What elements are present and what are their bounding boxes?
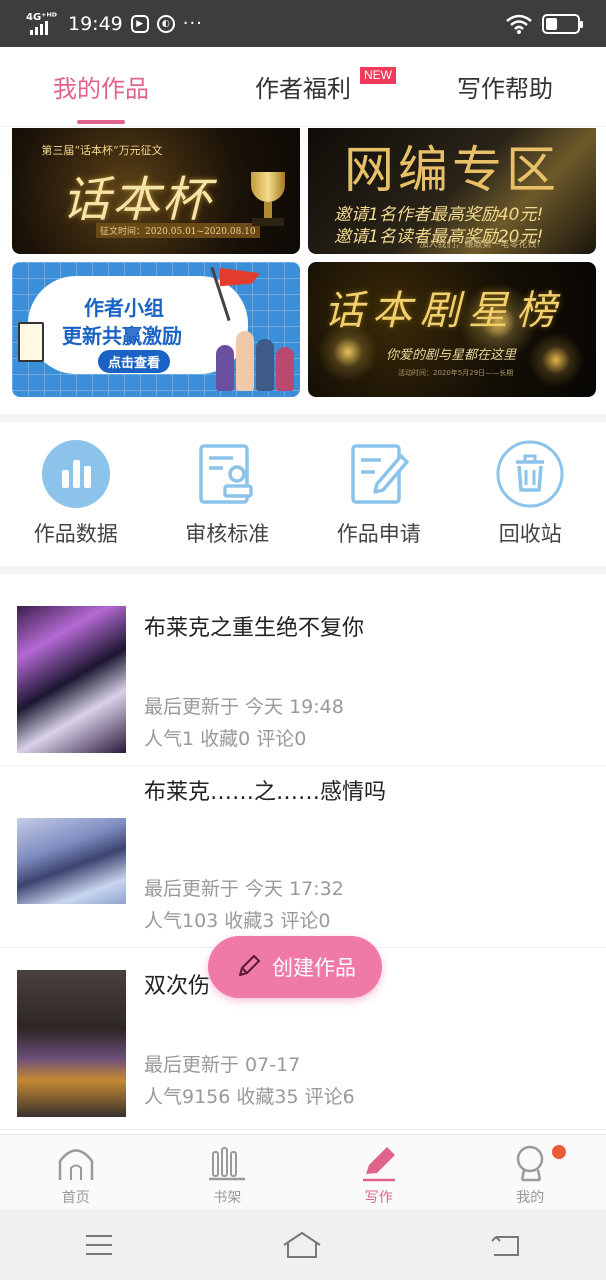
list-item[interactable]: 布莱克……之……感情吗 最后更新于 今天 17:32 人气103 收藏3 评论0	[0, 766, 606, 948]
tab-my-works[interactable]: 我的作品	[0, 47, 202, 126]
top-tab-bar: 我的作品 作者福利 NEW 写作帮助	[0, 47, 606, 127]
create-work-button[interactable]: 创建作品	[208, 936, 382, 998]
work-title: 双次伤	[144, 974, 211, 999]
network-signal-icon: 4G⁺ᴴᴰ	[26, 11, 60, 37]
list-item[interactable]: 布莱克之重生绝不复你 最后更新于 今天 19:48 人气1 收藏0 评论0	[0, 584, 606, 766]
work-stats: 人气103 收藏3 评论0	[144, 910, 331, 932]
banner-huaben-cup[interactable]: 第三届“话本杯”万元征文 话本杯 征文时间：2020.05.01~2020.08…	[12, 128, 300, 254]
more-notifications-icon: ···	[182, 13, 203, 34]
work-title: 布莱克之重生绝不复你	[144, 616, 365, 641]
tab-author-benefits[interactable]: 作者福利 NEW	[202, 47, 404, 126]
action-work-data[interactable]: 作品数据	[0, 424, 152, 564]
bar-chart-icon	[41, 440, 110, 508]
system-nav-bar	[0, 1209, 606, 1280]
action-review-standards[interactable]: 审核标准	[152, 424, 304, 564]
works-list: 布莱克之重生绝不复你 最后更新于 今天 19:48 人气1 收藏0 评论0 布莱…	[0, 584, 606, 1130]
pencil-icon	[239, 955, 260, 976]
work-cover	[17, 606, 126, 753]
tab-writing-help[interactable]: 写作帮助	[404, 47, 606, 126]
notification-dot	[552, 1145, 566, 1159]
nav-write[interactable]: 写作	[303, 1135, 455, 1209]
pen-icon	[359, 1143, 399, 1183]
nav-bookshelf[interactable]: 书架	[152, 1135, 304, 1209]
work-stats: 人气9156 收藏35 评论6	[144, 1086, 355, 1108]
divider	[0, 414, 606, 422]
edit-document-icon	[345, 440, 413, 508]
quick-actions: 作品数据 审核标准 作品申请 回收站	[0, 424, 606, 564]
bottom-nav: 首页 书架 写作 我的	[0, 1134, 606, 1209]
home-button-icon[interactable]	[282, 1231, 322, 1259]
work-updated: 最后更新于 今天 19:48	[144, 696, 344, 718]
nav-mine[interactable]: 我的	[455, 1135, 606, 1209]
back-icon[interactable]	[490, 1233, 522, 1257]
home-icon	[56, 1143, 96, 1183]
new-badge: NEW	[360, 67, 396, 84]
menu-icon[interactable]	[84, 1233, 114, 1257]
banner-drama-stars[interactable]: 话本剧星榜 你爱的剧与星都在这里 活动时间：2020年5月29日——长期	[308, 262, 596, 397]
trash-icon	[496, 440, 564, 508]
banner-grid: 第三届“话本杯”万元征文 话本杯 征文时间：2020.05.01~2020.08…	[12, 128, 596, 397]
trophy-icon	[248, 172, 288, 238]
status-time: 19:49	[68, 12, 123, 35]
status-bar: 4G⁺ᴴᴰ 19:49 ▶ ◐ ···	[0, 0, 606, 47]
review-stamp-icon	[193, 440, 261, 508]
work-stats: 人气1 收藏0 评论0	[144, 728, 307, 750]
play-notification-icon: ▶	[130, 14, 149, 33]
view-now-button[interactable]: 点击查看	[98, 350, 171, 373]
banner-editor-zone[interactable]: 网编专区 邀请1名作者最高奖励40元! 邀请1名读者最高奖励20元! 加入我们，…	[308, 128, 596, 254]
action-recycle-bin[interactable]: 回收站	[455, 424, 606, 564]
clipboard-icon	[18, 322, 44, 362]
wechat-notification-icon: ◐	[156, 14, 175, 33]
kids-illustration	[216, 331, 294, 391]
bookshelf-icon	[207, 1143, 247, 1183]
work-cover	[17, 818, 126, 904]
action-work-application[interactable]: 作品申请	[303, 424, 455, 564]
profile-icon	[510, 1143, 550, 1183]
work-updated: 最后更新于 07-17	[144, 1054, 301, 1076]
work-updated: 最后更新于 今天 17:32	[144, 878, 344, 900]
divider	[0, 566, 606, 574]
banner-author-group[interactable]: 作者小组 更新共赢激励 点击查看	[12, 262, 300, 397]
work-cover	[17, 970, 126, 1117]
wifi-icon	[506, 14, 532, 34]
work-title: 布莱克……之……感情吗	[144, 780, 387, 805]
battery-icon	[542, 13, 583, 34]
active-tab-indicator	[77, 120, 125, 124]
nav-home[interactable]: 首页	[0, 1135, 152, 1209]
